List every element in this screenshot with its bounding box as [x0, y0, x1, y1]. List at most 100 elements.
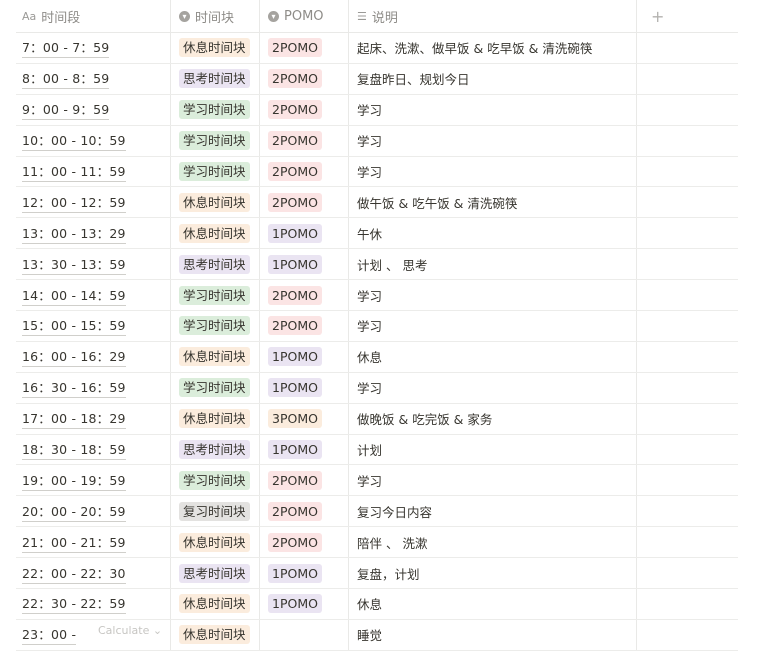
column-header-time-block[interactable]: ▾ 时间块	[171, 0, 260, 32]
time-block-cell[interactable]: 学习时间块	[171, 465, 260, 496]
time-range-cell[interactable]: 13：30 - 13：59	[16, 249, 171, 280]
pomo-cell[interactable]: 2POMO	[260, 465, 349, 496]
pomo-cell[interactable]: 2POMO	[260, 280, 349, 311]
description-cell[interactable]: 学习	[349, 94, 637, 125]
time-range-cell[interactable]: 17：00 - 18：29	[16, 403, 171, 434]
table-row[interactable]: 11：00 - 11：59 学习时间块 2POMO 学习	[16, 156, 738, 188]
pomo-cell[interactable]: 1POMO	[260, 434, 349, 465]
time-range-cell[interactable]: 22：30 - 22：59	[16, 589, 171, 619]
table-row[interactable]: 14：00 - 14：59 学习时间块 2POMO 学习	[16, 280, 738, 312]
pomo-cell[interactable]: 2POMO	[260, 527, 349, 558]
table-row[interactable]: 8：00 - 8：59 思考时间块 2POMO 复盘昨日、规划今日	[16, 63, 738, 95]
description-cell[interactable]: 学习	[349, 125, 637, 156]
time-range-cell[interactable]: 22：00 - 22：30	[16, 558, 171, 589]
time-block-cell[interactable]: 学习时间块	[171, 372, 260, 403]
pomo-cell[interactable]: 2POMO	[260, 94, 349, 125]
time-block-cell[interactable]: 休息时间块	[171, 527, 260, 558]
table-row[interactable]: 16：00 - 16：29 休息时间块 1POMO 休息	[16, 341, 738, 373]
time-block-cell[interactable]: 思考时间块	[171, 558, 260, 589]
time-block-cell[interactable]: 学习时间块	[171, 94, 260, 125]
time-range-cell[interactable]: 20：00 - 20：59	[16, 496, 171, 527]
time-block-cell[interactable]: 学习时间块	[171, 125, 260, 156]
table-row[interactable]: 18：30 - 18：59 思考时间块 1POMO 计划	[16, 434, 738, 466]
time-range-cell[interactable]: 10：00 - 10：59	[16, 125, 171, 156]
description-cell[interactable]: 复盘昨日、规划今日	[349, 63, 637, 94]
time-range-cell[interactable]: 16：00 - 16：29	[16, 341, 171, 372]
time-range-cell[interactable]: 15：00 - 15：59	[16, 311, 171, 341]
description-cell[interactable]: 午休	[349, 218, 637, 249]
time-range-cell[interactable]: 16：30 - 16：59	[16, 372, 171, 403]
pomo-cell[interactable]: 2POMO	[260, 63, 349, 94]
time-block-cell[interactable]: 休息时间块	[171, 187, 260, 218]
time-range-cell[interactable]: 13：00 - 13：29	[16, 218, 171, 249]
time-block-cell[interactable]: 学习时间块	[171, 280, 260, 311]
table-row[interactable]: 12：00 - 12：59 休息时间块 2POMO 做午饭 & 吃午饭 & 清洗碗筷	[16, 187, 738, 219]
table-row[interactable]: 17：00 - 18：29 休息时间块 3POMO 做晚饭 & 吃完饭 & 家务	[16, 403, 738, 435]
column-header-time-range[interactable]: Aa 时间段	[16, 0, 171, 32]
time-range-cell[interactable]: 11：00 - 11：59	[16, 156, 171, 187]
calculate-button[interactable]: Calculate ⌄	[98, 624, 162, 637]
time-range-cell[interactable]: 14：00 - 14：59	[16, 280, 171, 311]
pomo-cell[interactable]: 2POMO	[260, 496, 349, 527]
time-block-cell[interactable]: 思考时间块	[171, 63, 260, 94]
pomo-cell[interactable]: 1POMO	[260, 249, 349, 280]
pomo-cell[interactable]: 3POMO	[260, 403, 349, 434]
time-range-cell[interactable]: 8：00 - 8：59	[16, 63, 171, 94]
description-cell[interactable]: 计划 、 思考	[349, 249, 637, 280]
pomo-cell[interactable]: 1POMO	[260, 218, 349, 249]
description-cell[interactable]: 休息	[349, 341, 637, 372]
description-cell[interactable]: 做午饭 & 吃午饭 & 清洗碗筷	[349, 187, 637, 218]
table-row[interactable]: 9：00 - 9：59 学习时间块 2POMO 学习	[16, 94, 738, 126]
table-row[interactable]: 22：30 - 22：59 休息时间块 1POMO 休息	[16, 589, 738, 620]
time-block-cell[interactable]: 思考时间块	[171, 434, 260, 465]
table-row[interactable]: 20：00 - 20：59 复习时间块 2POMO 复习今日内容	[16, 496, 738, 528]
description-cell[interactable]: 学习	[349, 372, 637, 403]
time-block-cell[interactable]: 休息时间块	[171, 33, 260, 63]
time-block-cell[interactable]: 学习时间块	[171, 156, 260, 187]
table-row[interactable]: 19：00 - 19：59 学习时间块 2POMO 学习	[16, 465, 738, 497]
time-block-cell[interactable]: 学习时间块	[171, 311, 260, 341]
pomo-cell[interactable]: 1POMO	[260, 372, 349, 403]
time-block-cell[interactable]: 休息时间块	[171, 403, 260, 434]
description-cell[interactable]: 起床、洗漱、做早饭 & 吃早饭 & 清洗碗筷	[349, 33, 637, 63]
add-column-button[interactable]: +	[637, 0, 738, 32]
pomo-cell[interactable]: 2POMO	[260, 33, 349, 63]
table-row[interactable]: 15：00 - 15：59 学习时间块 2POMO 学习	[16, 311, 738, 342]
column-header-description[interactable]: ☰ 说明	[349, 0, 637, 32]
time-range-cell[interactable]: 21：00 - 21：59	[16, 527, 171, 558]
description-cell[interactable]: 学习	[349, 311, 637, 341]
table-row[interactable]: 22：00 - 22：30 思考时间块 1POMO 复盘，计划	[16, 558, 738, 590]
table-row[interactable]: 16：30 - 16：59 学习时间块 1POMO 学习	[16, 372, 738, 404]
table-row[interactable]: 7：00 - 7：59 休息时间块 2POMO 起床、洗漱、做早饭 & 吃早饭 & 清…	[16, 33, 738, 64]
pomo-cell[interactable]: 2POMO	[260, 125, 349, 156]
description-cell[interactable]: 学习	[349, 465, 637, 496]
time-range-cell[interactable]: 7：00 - 7：59	[16, 33, 171, 63]
pomo-cell[interactable]: 2POMO	[260, 311, 349, 341]
time-block-cell[interactable]: 思考时间块	[171, 249, 260, 280]
pomo-cell[interactable]: 1POMO	[260, 589, 349, 619]
time-block-cell[interactable]: 复习时间块	[171, 496, 260, 527]
time-range-cell[interactable]: 12：00 - 12：59	[16, 187, 171, 218]
pomo-cell[interactable]: 2POMO	[260, 156, 349, 187]
time-range-cell[interactable]: 19：00 - 19：59	[16, 465, 171, 496]
description-cell[interactable]: 复盘，计划	[349, 558, 637, 589]
pomo-cell[interactable]: 1POMO	[260, 341, 349, 372]
time-block-cell[interactable]: 休息时间块	[171, 341, 260, 372]
column-header-pomo[interactable]: ▾ POMO	[260, 0, 349, 32]
description-cell[interactable]: 计划	[349, 434, 637, 465]
table-row[interactable]: 13：00 - 13：29 休息时间块 1POMO 午休	[16, 218, 738, 250]
description-cell[interactable]: 学习	[349, 280, 637, 311]
time-range-cell[interactable]: 18：30 - 18：59	[16, 434, 171, 465]
description-cell[interactable]: 学习	[349, 156, 637, 187]
description-cell[interactable]: 休息	[349, 589, 637, 619]
pomo-cell[interactable]: 1POMO	[260, 558, 349, 589]
time-block-cell[interactable]: 休息时间块	[171, 589, 260, 619]
table-row[interactable]: 13：30 - 13：59 思考时间块 1POMO 计划 、 思考	[16, 249, 738, 281]
pomo-cell[interactable]: 2POMO	[260, 187, 349, 218]
table-row[interactable]: 21：00 - 21：59 休息时间块 2POMO 陪伴 、 洗漱	[16, 527, 738, 559]
time-block-cell[interactable]: 休息时间块	[171, 218, 260, 249]
table-row[interactable]: 10：00 - 10：59 学习时间块 2POMO 学习	[16, 125, 738, 157]
description-cell[interactable]: 做晚饭 & 吃完饭 & 家务	[349, 403, 637, 434]
time-range-cell[interactable]: 9：00 - 9：59	[16, 94, 171, 125]
description-cell[interactable]: 陪伴 、 洗漱	[349, 527, 637, 558]
